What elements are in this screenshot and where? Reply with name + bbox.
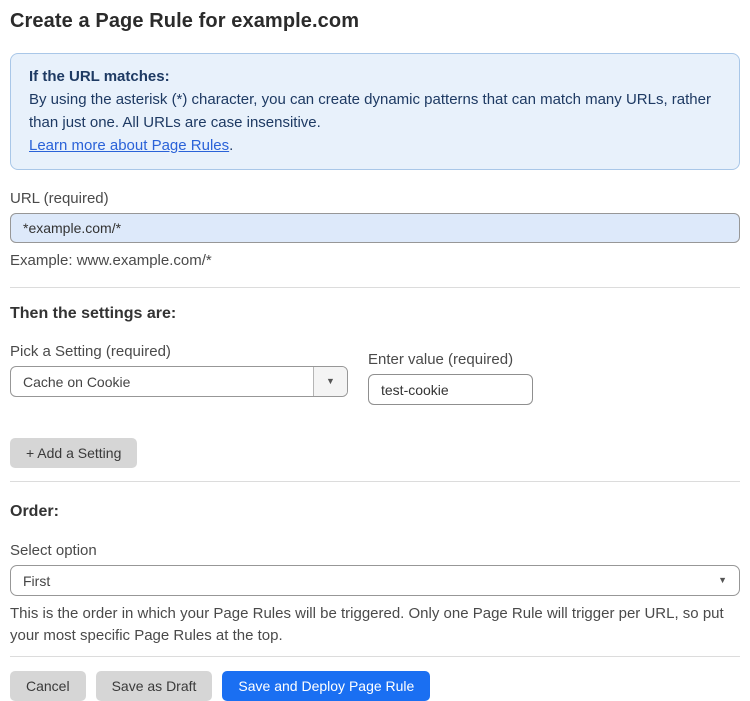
divider [10,656,740,657]
order-section-heading: Order: [10,503,59,520]
setting-value-input[interactable] [368,374,533,405]
setting-value-label: Enter value (required) [368,351,514,368]
link-period: . [229,137,234,154]
setting-select-arrow-button[interactable]: ▼ [313,367,347,396]
info-box-body: By using the asterisk (*) character, you… [29,91,711,131]
order-select-value: First [23,572,51,589]
form-action-buttons: Cancel Save as Draft Save and Deploy Pag… [10,671,740,701]
info-box-link-line: Learn more about Page Rules. [29,134,721,157]
setting-select[interactable]: Cache on Cookie ▼ [10,366,348,397]
setting-value-column: Enter value (required) [368,351,533,405]
url-match-info-box: If the URL matches: By using the asteris… [10,53,740,170]
divider [10,287,740,288]
cancel-button[interactable]: Cancel [10,671,86,701]
order-select-label: Select option [10,542,97,559]
chevron-down-icon: ▼ [326,376,335,386]
save-as-draft-button[interactable]: Save as Draft [95,671,213,701]
settings-section-heading: Then the settings are: [10,305,177,322]
order-select[interactable]: First ▼ [10,565,740,596]
add-setting-button[interactable]: + Add a Setting [10,438,138,468]
url-input[interactable] [10,213,740,243]
chevron-down-icon: ▼ [718,575,727,585]
setting-select-value: Cache on Cookie [23,373,131,390]
settings-row: Pick a Setting (required) Cache on Cooki… [10,343,740,405]
setting-picker-column: Pick a Setting (required) Cache on Cooki… [10,343,348,397]
divider [10,481,740,482]
order-helper-text: This is the order in which your Page Rul… [10,605,724,644]
learn-more-link[interactable]: Learn more about Page Rules [29,137,229,154]
save-and-deploy-button[interactable]: Save and Deploy Page Rule [222,671,431,701]
page-title: Create a Page Rule for example.com [10,10,360,32]
url-example-helper: Example: www.example.com/* [10,252,212,269]
url-field-label: URL (required) [10,190,109,207]
create-page-rule-form: Create a Page Rule for example.com If th… [0,0,750,701]
info-box-heading: If the URL matches: [29,68,170,85]
setting-picker-label: Pick a Setting (required) [10,343,171,360]
